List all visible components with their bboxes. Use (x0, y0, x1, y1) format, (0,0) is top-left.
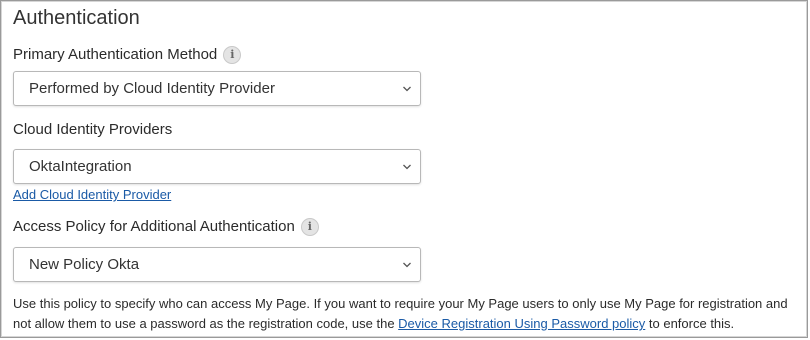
chevron-down-icon (403, 86, 411, 91)
info-icon[interactable]: i (223, 46, 242, 64)
section-title: Authentication (13, 7, 140, 29)
cloud-providers-value: OktaIntegration (29, 158, 132, 175)
policy-note: Use this policy to specify who can acces… (13, 294, 803, 334)
primary-method-label: Primary Authentication Method (13, 46, 218, 63)
add-cloud-provider-link[interactable]: Add Cloud Identity Provider (13, 186, 171, 204)
info-icon[interactable]: i (300, 218, 319, 236)
primary-method-value: Performed by Cloud Identity Provider (29, 80, 275, 97)
access-policy-label-row: Access Policy for Additional Authenticat… (13, 217, 319, 237)
access-policy-select[interactable]: New Policy Okta (13, 247, 421, 282)
primary-method-label-row: Primary Authentication Method i (13, 45, 242, 65)
primary-method-select[interactable]: Performed by Cloud Identity Provider (13, 71, 421, 106)
policy-note-text-end: to enforce this. (645, 316, 735, 331)
access-policy-value: New Policy Okta (29, 256, 140, 273)
chevron-down-icon (403, 164, 411, 169)
chevron-down-icon (403, 262, 411, 267)
cloud-providers-label: Cloud Identity Providers (13, 121, 173, 138)
cloud-providers-select[interactable]: OktaIntegration (13, 149, 421, 184)
authentication-panel: Authentication Primary Authentication Me… (0, 0, 808, 338)
device-registration-policy-link[interactable]: Device Registration Using Password polic… (398, 316, 645, 331)
cloud-providers-label-row: Cloud Identity Providers (13, 120, 172, 140)
access-policy-label: Access Policy for Additional Authenticat… (13, 218, 295, 235)
